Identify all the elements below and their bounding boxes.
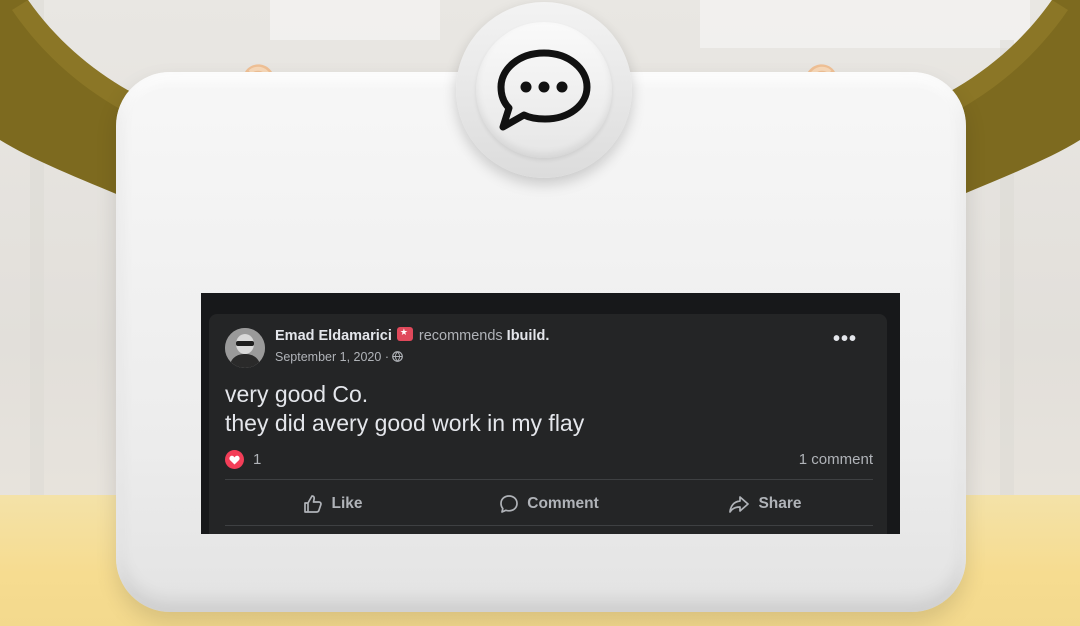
meta-separator: · (384, 350, 389, 364)
post-text-line: they did avery good work in my flay (225, 410, 585, 436)
post-date[interactable]: September 1, 2020 (275, 350, 381, 364)
author-name[interactable]: Emad Eldamarici (275, 328, 392, 344)
post-text-line: very good Co. (225, 381, 369, 407)
reactions-summary[interactable]: 1 (225, 450, 261, 469)
chat-bubble-dots-icon (497, 49, 591, 131)
comment-button[interactable]: Comment (441, 485, 657, 523)
profile-photo (225, 328, 265, 368)
like-button[interactable]: Like (225, 485, 441, 523)
comment-count[interactable]: 1 comment (799, 451, 873, 468)
post-actions: Like Comment Share (225, 485, 873, 523)
share-icon (729, 496, 750, 513)
like-icon (304, 495, 323, 513)
post-card: Emad Eldamarici recommendsIbuild. Septemb… (209, 314, 887, 534)
chat-button-frame (456, 2, 632, 178)
share-button[interactable]: Share (657, 485, 873, 523)
comment-label: Comment (527, 495, 599, 512)
comment-icon (500, 495, 519, 513)
globe-icon (392, 351, 404, 362)
post-meta: September 1, 2020 · (275, 350, 404, 364)
share-label: Share (758, 495, 802, 512)
divider (225, 525, 873, 526)
like-label: Like (331, 495, 363, 512)
page-name[interactable]: Ibuild. (507, 328, 550, 344)
more-options-icon[interactable]: ••• (833, 328, 857, 351)
top-fan-badge-icon (396, 327, 413, 341)
facebook-post-screenshot: Emad Eldamarici recommendsIbuild. Septemb… (201, 293, 900, 534)
reaction-count: 1 (253, 451, 262, 468)
action-text: recommends (418, 328, 503, 344)
chat-button (476, 22, 612, 158)
post-header: Emad Eldamarici recommendsIbuild. (275, 327, 549, 344)
divider (225, 479, 873, 480)
avatar[interactable] (225, 328, 265, 368)
heart-icon (225, 450, 244, 469)
post-text: very good Co. they did avery good work i… (225, 380, 584, 438)
